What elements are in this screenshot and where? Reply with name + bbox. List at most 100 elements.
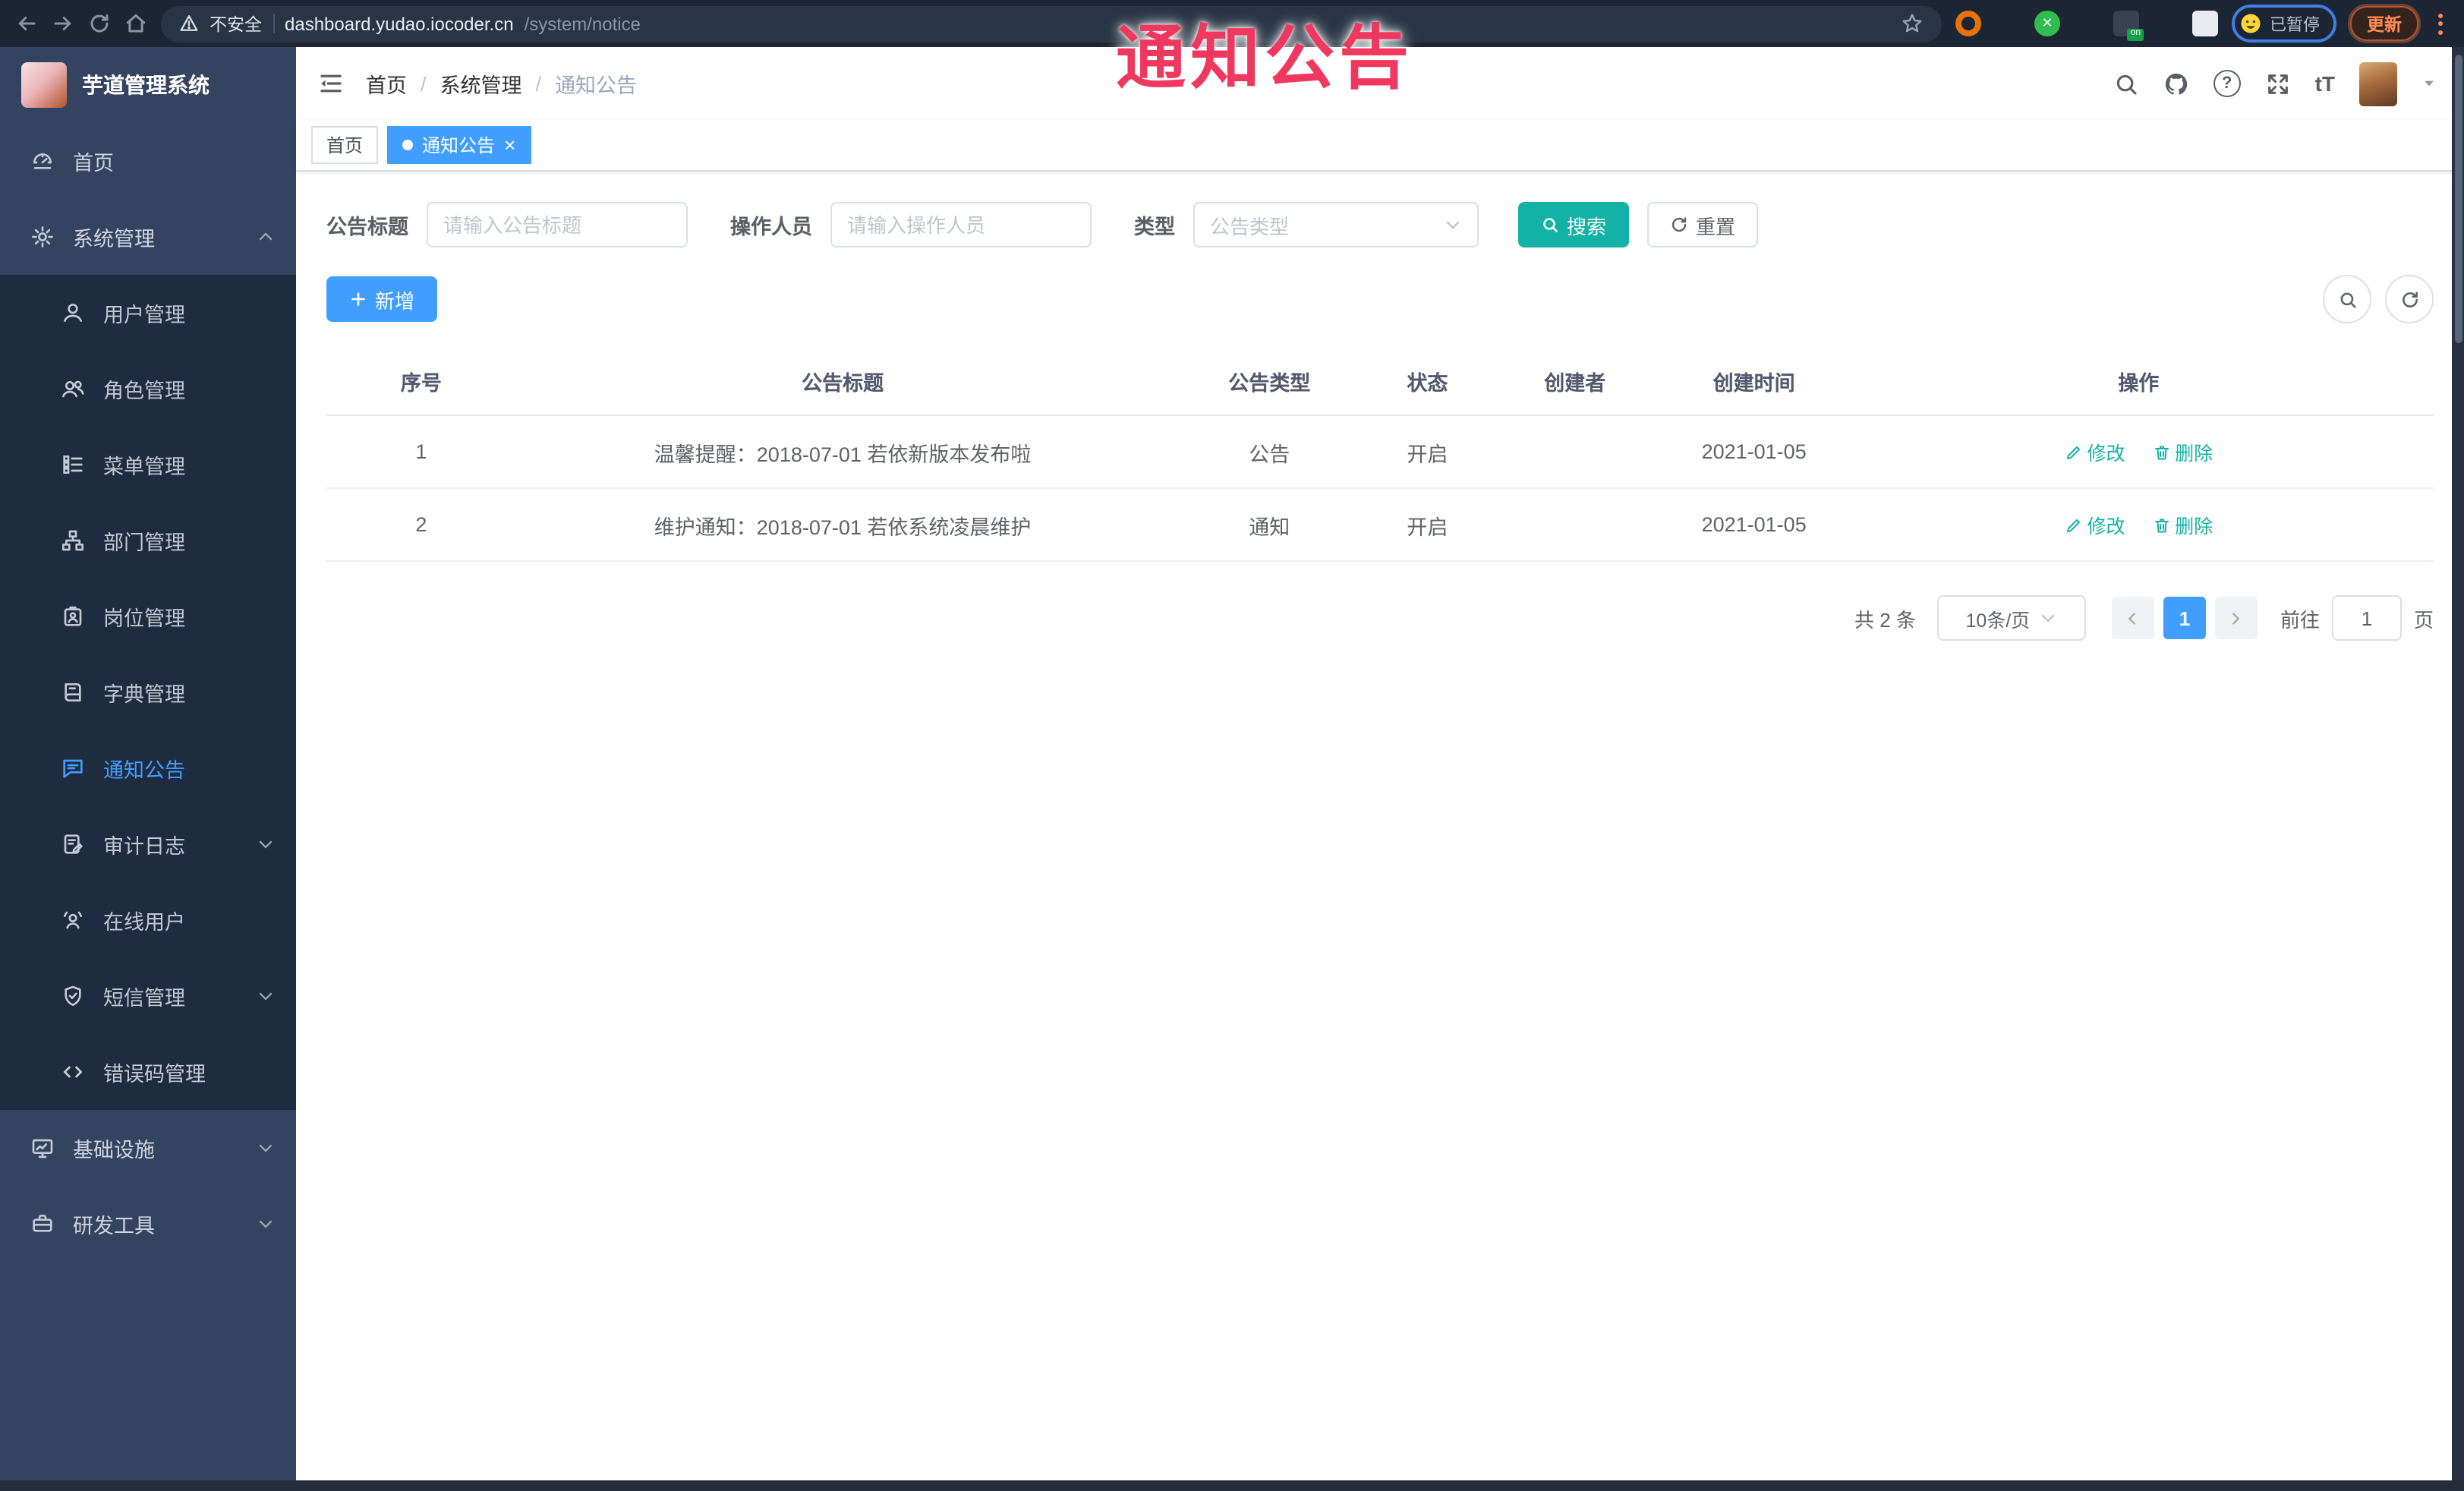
chevron-down-icon bbox=[259, 1220, 273, 1228]
edit-link[interactable]: 修改 bbox=[2065, 510, 2125, 539]
app-logo[interactable]: 芋道管理系统 bbox=[0, 47, 296, 123]
reset-button[interactable]: 重置 bbox=[1647, 202, 1759, 247]
app-title: 芋道管理系统 bbox=[82, 73, 210, 97]
goto-page-input[interactable] bbox=[2331, 595, 2402, 641]
user-avatar[interactable] bbox=[2359, 61, 2397, 106]
scrollbar-thumb[interactable] bbox=[2454, 55, 2462, 343]
breadcrumb-system[interactable]: 系统管理 bbox=[440, 68, 522, 99]
cell-no: 1 bbox=[326, 415, 516, 489]
page-size-select[interactable]: 10条/页 bbox=[1936, 595, 2086, 641]
operator-input[interactable] bbox=[830, 202, 1092, 247]
org-tree-icon bbox=[62, 530, 83, 551]
github-icon[interactable] bbox=[2163, 71, 2189, 96]
delete-link[interactable]: 删除 bbox=[2152, 437, 2213, 466]
pagination-goto: 前往 页 bbox=[2280, 595, 2434, 641]
header-search-icon[interactable] bbox=[2113, 71, 2139, 96]
tab-close-icon[interactable]: × bbox=[504, 135, 515, 155]
table-toolbar: 新增 bbox=[326, 275, 2434, 323]
gear-icon bbox=[32, 226, 53, 247]
extension-orange-icon[interactable] bbox=[1955, 11, 1981, 36]
prev-page-button[interactable] bbox=[2111, 597, 2154, 639]
cell-title: 维护通知：2018-07-01 若依系统凌晨维护 bbox=[515, 488, 1170, 562]
sidebar-item-users[interactable]: 用户管理 bbox=[0, 275, 296, 351]
forward-icon[interactable] bbox=[52, 12, 74, 35]
refresh-icon bbox=[2402, 291, 2417, 307]
badge-icon bbox=[64, 606, 82, 626]
tab-home[interactable]: 首页 bbox=[311, 126, 379, 164]
sidebar-item-system[interactable]: 系统管理 bbox=[0, 199, 296, 275]
extensions-puzzle-icon[interactable] bbox=[2192, 11, 2218, 36]
notice-table: 序号 公告标题 公告类型 状态 创建者 创建时间 操作 1 温馨提醒：2018- bbox=[326, 348, 2434, 562]
refresh-table-button[interactable] bbox=[2385, 275, 2434, 323]
sidebar-item-home[interactable]: 首页 bbox=[0, 123, 296, 199]
sidebar-item-sms[interactable]: 短信管理 bbox=[0, 958, 296, 1034]
page-number-current[interactable]: 1 bbox=[2163, 597, 2206, 639]
cell-type: 公告 bbox=[1169, 415, 1370, 489]
sidebar-collapse-icon[interactable] bbox=[317, 70, 345, 97]
extensions-row: ✕ on bbox=[1955, 11, 2218, 41]
delete-link[interactable]: 删除 bbox=[2152, 510, 2213, 539]
extension-on-badge: on bbox=[2127, 28, 2144, 41]
sidebar-item-dev-tools[interactable]: 研发工具 bbox=[0, 1186, 296, 1262]
sidebar-item-roles[interactable]: 角色管理 bbox=[0, 351, 296, 427]
browser-menu-icon[interactable] bbox=[2432, 10, 2449, 37]
extension-dark-icon[interactable]: on bbox=[2113, 11, 2144, 41]
annotation-overlay-text: 通知公告 bbox=[1116, 18, 1413, 97]
home-button-icon[interactable] bbox=[124, 12, 147, 35]
sidebar-item-posts[interactable]: 岗位管理 bbox=[0, 578, 296, 654]
help-icon[interactable]: ? bbox=[2213, 70, 2241, 97]
sidebar-item-notice[interactable]: 通知公告 bbox=[0, 730, 296, 806]
notice-type-select[interactable]: 公告类型 bbox=[1193, 202, 1479, 247]
vertical-scrollbar[interactable] bbox=[2452, 47, 2464, 1491]
sidebar-item-label: 部门管理 bbox=[103, 531, 185, 554]
edit-link[interactable]: 修改 bbox=[2065, 437, 2125, 466]
extension-leaf-icon[interactable] bbox=[2153, 11, 2179, 36]
horizontal-scrollbar[interactable] bbox=[0, 1480, 2464, 1491]
sidebar-item-menus[interactable]: 菜单管理 bbox=[0, 427, 296, 503]
search-button[interactable]: 搜索 bbox=[1518, 202, 1630, 247]
sidebar-item-label: 菜单管理 bbox=[103, 455, 185, 478]
notice-title-input[interactable] bbox=[427, 202, 688, 247]
browser-update-button[interactable]: 更新 bbox=[2350, 6, 2418, 41]
bookmark-star-icon[interactable] bbox=[1901, 12, 1924, 35]
font-size-icon[interactable]: tT bbox=[2315, 71, 2335, 96]
sidebar-item-infrastructure[interactable]: 基础设施 bbox=[0, 1110, 296, 1186]
sidebar-item-online-users[interactable]: 在线用户 bbox=[0, 882, 296, 958]
sidebar-item-audit-log[interactable]: 审计日志 bbox=[0, 806, 296, 882]
fullscreen-icon[interactable] bbox=[2265, 71, 2291, 96]
filter-form: 公告标题 操作人员 类型 公告类型 搜索 bbox=[326, 202, 2434, 247]
header-actions: ? tT bbox=[2113, 61, 2437, 106]
extension-drop-icon[interactable] bbox=[1995, 11, 2021, 36]
trash-icon bbox=[2154, 518, 2169, 532]
tab-notice[interactable]: 通知公告 × bbox=[387, 126, 531, 164]
notice-title-label: 公告标题 bbox=[326, 216, 408, 238]
search-icon bbox=[2340, 292, 2355, 307]
cell-no: 2 bbox=[326, 488, 516, 562]
table-row: 1 温馨提醒：2018-07-01 若依新版本发布啦 公告 开启 2021-01… bbox=[326, 415, 2434, 489]
menu-list-icon bbox=[63, 455, 83, 474]
breadcrumb-home[interactable]: 首页 bbox=[366, 68, 407, 99]
back-icon[interactable] bbox=[15, 12, 38, 35]
table-right-tools bbox=[2323, 275, 2434, 323]
sidebar-item-label: 系统管理 bbox=[73, 228, 155, 251]
url-host: dashboard.yudao.iocoder.cn bbox=[285, 13, 514, 34]
sidebar-item-error-codes[interactable]: 错误码管理 bbox=[0, 1034, 296, 1110]
sidebar-item-label: 短信管理 bbox=[103, 987, 185, 1010]
sidebar-item-dictionary[interactable]: 字典管理 bbox=[0, 654, 296, 730]
extension-green-icon[interactable]: ✕ bbox=[2034, 11, 2060, 36]
avatar-caret-icon[interactable] bbox=[2421, 76, 2437, 91]
col-header-status: 状态 bbox=[1369, 348, 1486, 416]
sidebar-item-departments[interactable]: 部门管理 bbox=[0, 503, 296, 578]
profile-paused-badge[interactable]: 已暂停 bbox=[2232, 5, 2336, 43]
extension-diamond-icon[interactable] bbox=[2074, 11, 2100, 36]
reload-icon[interactable] bbox=[88, 12, 111, 35]
url-bar[interactable]: 不安全 dashboard.yudao.iocoder.cn /system/n… bbox=[161, 5, 1942, 42]
code-icon bbox=[63, 1066, 83, 1078]
breadcrumb-separator: / bbox=[535, 72, 542, 95]
toggle-search-button[interactable] bbox=[2323, 275, 2371, 323]
col-header-actions: 操作 bbox=[1843, 348, 2434, 416]
col-header-title: 公告标题 bbox=[515, 348, 1170, 416]
next-page-button[interactable] bbox=[2214, 597, 2258, 639]
system-submenu: 用户管理 角色管理 菜单管理 部门管理 岗位管理 字典管理 通知公告 审计日志 … bbox=[0, 275, 296, 1110]
add-button[interactable]: 新增 bbox=[326, 276, 438, 322]
